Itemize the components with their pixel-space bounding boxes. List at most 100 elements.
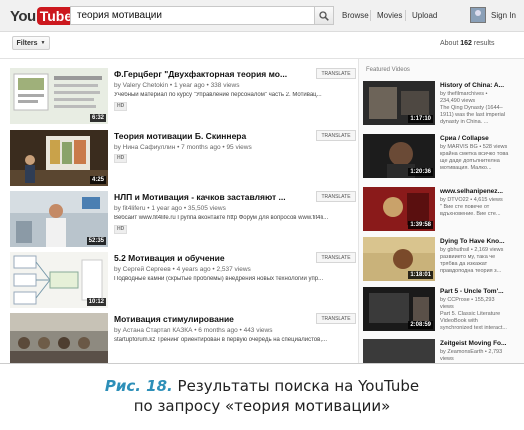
featured-title[interactable]: Zeitgeist Moving Fo... [440,340,523,347]
featured-line: 234,490 views [440,98,476,104]
featured-title[interactable]: www.selhanipenez... [440,188,523,195]
logo-you-text: You [10,7,36,25]
video-meta: by Нина Сафиуллин • 7 months ago • 95 vi… [114,144,252,151]
filters-label: Filters [16,39,38,47]
translate-button[interactable]: TRANSLATE [316,130,356,141]
featured-item[interactable]: 1:39:58 www.selhanipenez... by DTVO22 • … [363,187,523,237]
list-item[interactable]: 6:32 Ф.Герцберг "Двухфакторная теория мо… [10,68,356,126]
nav-divider [370,10,371,21]
featured-item[interactable]: Zeitgeist Moving Fo... by ZeamonsEarth •… [363,339,523,363]
featured-line: synchronized text interact... [440,325,507,331]
video-duration: 6:32 [89,114,106,122]
featured-line: by DTVO22 • 4,615 views [440,197,503,203]
video-thumbnail[interactable]: 52:35 [10,191,108,247]
video-duration: 2:08:59 [408,321,433,329]
featured-line: by thefilmarchives • [440,91,488,97]
featured-line: вдъхновение. Вие сте... [440,211,501,217]
featured-thumbnail[interactable]: 1:17:10 [363,81,435,125]
featured-item[interactable]: 1:17:10 History of China: A... by thefil… [363,81,523,131]
video-title[interactable]: НЛП и Мотивация - качков заставляют ... [114,192,314,202]
caption-line-1: Результаты поиска на YouTube [172,377,420,395]
video-description: Подводные камни (скрытые проблемы) внедр… [114,276,324,282]
translate-button[interactable]: TRANSLATE [316,191,356,202]
avatar[interactable] [470,7,486,23]
featured-thumbnail[interactable] [363,339,435,363]
video-description: Учебный материал по курсу "Управление пе… [114,92,322,98]
list-item[interactable]: Мотивация стимулирование by Астана Старт… [10,313,356,363]
featured-line: ще даде допълнителна [440,158,500,164]
youtube-logo[interactable]: You Tube [10,7,76,25]
hd-badge: HD [114,154,128,163]
featured-line: " Вие сте повече от [440,204,490,210]
translate-button[interactable]: TRANSLATE [316,68,356,79]
search-button[interactable] [314,6,334,25]
featured-line: by MARVIS BG • 528 views [440,144,508,150]
video-title[interactable]: Теория мотивации Б. Скиннера [114,131,314,141]
featured-item[interactable]: 2:08:59 Part 5 - Uncle Tom'... by CCPros… [363,287,523,337]
featured-line: views [440,304,454,310]
masthead: You Tube теория мотивации Browse Movies … [0,0,524,32]
video-title[interactable]: Ф.Герцберг "Двухфакторная теория мо... [114,69,314,79]
featured-line: by ZeamonsEarth • 2,793 [440,349,503,355]
hd-badge: HD [114,225,128,234]
video-duration: 1:18:01 [408,271,433,279]
chevron-down-icon: ▼ [40,40,46,46]
list-item[interactable]: 52:35 НЛП и Мотивация - качков заставляю… [10,191,356,249]
featured-line: by gbhuthsil • 2,169 views [440,247,504,253]
sign-in-link[interactable]: Sign In [491,11,516,20]
youtube-screenshot: You Tube теория мотивации Browse Movies … [0,0,524,364]
featured-thumbnail[interactable]: 1:18:01 [363,237,435,281]
video-duration: 52:35 [86,237,106,245]
video-thumbnail[interactable] [10,313,108,363]
nav-divider [405,10,406,21]
translate-button[interactable]: TRANSLATE [316,313,356,324]
featured-title[interactable]: Dying To Have Kno... [440,238,523,245]
video-title[interactable]: 5.2 Мотивация и обучение [114,253,314,263]
featured-thumbnail[interactable]: 1:39:58 [363,187,435,231]
featured-item[interactable]: 1:20:36 Сриа / Collapse by MARVIS BG • 5… [363,134,523,184]
video-thumbnail[interactable]: 10:12 [10,252,108,308]
thumbnail-image [10,313,108,363]
video-duration: 1:39:58 [408,221,433,229]
caption-line-2: по запросу «теория мотивации» [133,397,391,415]
featured-item[interactable]: 1:18:01 Dying To Have Kno... by gbhuthsi… [363,237,523,287]
nav-browse[interactable]: Browse [342,11,369,20]
translate-button[interactable]: TRANSLATE [316,252,356,263]
video-thumbnail[interactable]: 6:32 [10,68,108,124]
figure-label: Рис. 18. [104,377,173,395]
thumbnail-image [363,339,435,363]
nav-upload[interactable]: Upload [412,11,437,20]
featured-thumbnail[interactable]: 1:20:36 [363,134,435,178]
video-meta: by fit4liferu • 1 year ago • 35,505 view… [114,205,226,212]
video-thumbnail[interactable]: 4:25 [10,130,108,186]
video-meta: by Астана Стартап КАЗКА • 6 months ago •… [114,327,273,334]
search-input[interactable]: теория мотивации [70,6,315,25]
featured-line: крайна сметка всичко това [440,151,509,157]
results-suffix: results [471,40,495,47]
video-duration: 10:12 [86,298,106,306]
filters-button[interactable]: Filters ▼ [12,36,50,50]
video-meta: by Сергей Сергеев • 4 years ago • 2,537 … [114,266,251,273]
video-duration: 1:20:36 [408,168,433,176]
sidebar-heading: Featured Videos [366,67,410,73]
featured-line: dynasty in China. ... [440,119,489,125]
video-description: startupforum.kz Тренинг ориентирован в п… [114,337,327,343]
nav-movies[interactable]: Movies [377,11,402,20]
featured-line: развиието му, така че [440,254,496,260]
list-item[interactable]: 10:12 5.2 Мотивация и обучение by Сергей… [10,252,356,310]
featured-title[interactable]: History of China: A... [440,82,523,89]
featured-line: 1911) was the last imperial [440,112,506,118]
hd-badge: HD [114,102,128,111]
featured-title[interactable]: Сриа / Collapse [440,135,523,142]
results-number: 162 [460,40,472,47]
list-item[interactable]: 4:25 Теория мотивации Б. Скиннера by Нин… [10,130,356,188]
results-count: About 162 results [440,40,495,47]
featured-thumbnail[interactable]: 2:08:59 [363,287,435,331]
video-meta: by Valery Chetokin • 1 year ago • 338 vi… [114,82,240,89]
results-prefix: About [440,40,461,47]
video-duration: 4:25 [89,176,106,184]
featured-line: правдоподна теория з... [440,268,502,274]
video-duration: 1:17:10 [408,115,433,123]
video-title[interactable]: Мотивация стимулирование [114,314,314,324]
featured-title[interactable]: Part 5 - Uncle Tom'... [440,288,523,295]
